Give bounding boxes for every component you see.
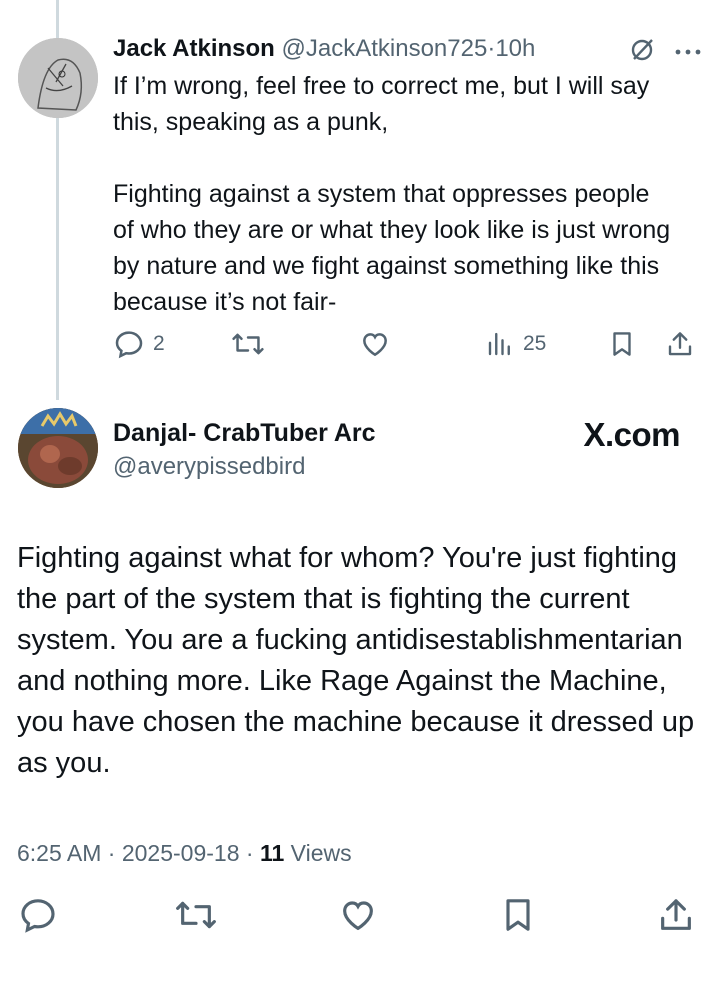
tweet-metadata: 6:25 AM · 2025-09-18 · 11 Views	[17, 840, 352, 867]
more-icon[interactable]	[674, 44, 702, 62]
grok-icon[interactable]	[628, 36, 656, 69]
separator: ·	[107, 840, 116, 866]
xcom-watermark: X.com	[583, 416, 680, 453]
share-button[interactable]	[656, 895, 696, 940]
tweet-text: Fighting against what for whom? You're j…	[17, 542, 695, 779]
reply-icon	[21, 899, 55, 933]
repost-button[interactable]	[231, 328, 265, 360]
tweet-text: If I’m wrong, feel free to correct me, b…	[113, 72, 671, 316]
main-action-bar	[0, 895, 716, 945]
like-icon	[343, 901, 373, 931]
views-label: Views	[290, 840, 352, 866]
like-button[interactable]	[359, 328, 391, 360]
reply-header: Jack Atkinson @JackAtkinson725·10h	[113, 32, 703, 66]
views-count: 25	[523, 332, 547, 355]
like-button[interactable]	[338, 895, 378, 940]
reply-button[interactable]: 2	[113, 328, 165, 360]
reply-icon	[115, 331, 143, 359]
reply-count: 2	[153, 332, 165, 355]
avatar[interactable]	[18, 38, 98, 118]
post-date[interactable]: 2025-09-18	[122, 840, 240, 866]
like-icon	[363, 333, 387, 357]
repost-button[interactable]	[174, 895, 218, 940]
views-icon	[488, 332, 510, 356]
repost-icon	[176, 901, 216, 929]
share-icon	[661, 899, 691, 930]
avatar[interactable]	[18, 408, 98, 488]
views-button[interactable]: 25	[485, 328, 546, 360]
timestamp[interactable]: 10h	[495, 35, 535, 62]
reply-tweet[interactable]: Jack Atkinson @JackAtkinson725·10h If I’…	[113, 32, 703, 320]
separator: ·	[245, 840, 254, 866]
bookmark-button[interactable]	[607, 328, 637, 360]
post-time[interactable]: 6:25 AM	[17, 840, 101, 866]
display-name[interactable]: Jack Atkinson	[113, 35, 275, 62]
repost-icon	[232, 333, 264, 355]
main-tweet-header: Danjal- CrabTuber Arc @averypissedbird	[113, 416, 376, 484]
bookmark-icon	[506, 899, 530, 931]
user-handle[interactable]: @averypissedbird	[113, 450, 376, 484]
reply-button[interactable]	[18, 895, 58, 940]
header-icons	[628, 36, 702, 69]
share-icon	[668, 332, 692, 356]
user-handle[interactable]: @JackAtkinson725	[282, 35, 488, 62]
views-number: 11	[259, 840, 285, 866]
display-name[interactable]: Danjal- CrabTuber Arc	[113, 416, 376, 450]
bookmark-button[interactable]	[498, 895, 538, 940]
bookmark-icon	[613, 332, 631, 356]
share-button[interactable]	[665, 328, 695, 360]
reply-action-bar: 2 25	[113, 328, 703, 368]
